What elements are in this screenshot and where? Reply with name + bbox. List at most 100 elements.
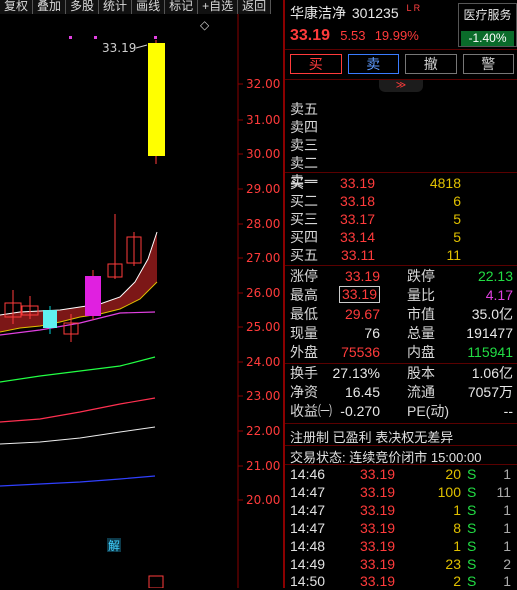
tick-row[interactable]: 14:47 33.19 1 S 1 — [285, 501, 517, 519]
candle-8 — [148, 40, 165, 164]
last-volume-value: 76 — [364, 325, 380, 341]
toolbar-restore-rights-button[interactable]: 复权 — [0, 0, 34, 14]
tick-time: 14:47 — [290, 484, 326, 500]
toolbar-back-button[interactable]: 返回 — [238, 0, 272, 14]
tick-count: 1 — [503, 466, 511, 482]
tick-direction: S — [467, 466, 477, 482]
toolbar-draw-line-button[interactable]: 画线 — [132, 0, 166, 14]
price-label: 32.00 — [246, 77, 280, 91]
bid-row[interactable]: 买二 33.18 6 — [285, 192, 517, 210]
bid-volume: 11 — [446, 247, 461, 263]
stat-row: 收益㈠ -0.270 PE(动) -- — [285, 402, 517, 420]
sector-box[interactable]: 医疗服务 -1.40% — [458, 3, 517, 47]
tick-row[interactable]: 14:49 33.19 23 S 2 — [285, 555, 517, 573]
ask-row[interactable]: 卖五 — [285, 100, 517, 118]
turnover-label: 换手 — [290, 365, 318, 381]
bid-row[interactable]: 买五 33.11 11 — [285, 246, 517, 264]
ask-row[interactable]: 卖三 — [285, 136, 517, 154]
volume-bar-peek — [148, 575, 164, 588]
bid-row[interactable]: 买四 33.14 5 — [285, 228, 517, 246]
tick-row[interactable]: 14:46 33.19 20 S 1 — [285, 465, 517, 483]
net-assets-label: 净资 — [290, 384, 318, 400]
tick-time: 14:46 — [290, 466, 326, 482]
price-axis-labels: 32.00 31.00 30.00 29.00 28.00 27.00 26.0… — [246, 77, 280, 507]
ma-line-green — [0, 356, 156, 383]
tick-price: 33.19 — [360, 538, 396, 554]
eps-label: 收益㈠ — [290, 403, 332, 419]
toolbar-multi-stock-button[interactable]: 多股 — [66, 0, 100, 14]
cancel-order-button[interactable]: 撤 — [405, 54, 457, 74]
toolbar-mark-button[interactable]: 标记 — [165, 0, 199, 14]
tick-time: 14:50 — [290, 573, 326, 589]
tick-count: 1 — [503, 573, 511, 589]
inner-volume-value: 115941 — [467, 344, 513, 360]
bid-price: 33.18 — [339, 193, 375, 209]
inner-volume-label: 内盘 — [407, 344, 435, 360]
stock-price: 33.19 — [290, 27, 331, 44]
candle-6 — [107, 214, 123, 279]
tick-row[interactable]: 14:50 33.19 2 S 1 — [285, 572, 517, 590]
kline-svg: ◇ 33.19 32.00 31.00 30.00 29.00 28.00 27… — [0, 14, 280, 588]
alert-button[interactable]: 警 — [462, 54, 514, 74]
ask-label: 卖五 — [290, 101, 318, 117]
outer-volume-value: 75536 — [341, 344, 380, 360]
net-assets-value: 16.45 — [344, 384, 380, 400]
pe-label: PE(动) — [407, 403, 449, 419]
ask-label: 卖四 — [290, 119, 318, 135]
tick-volume: 2 — [453, 573, 461, 589]
top-marker-3 — [154, 36, 157, 39]
collapse-chevron-icon[interactable]: ≫ — [379, 80, 423, 92]
divider — [285, 445, 517, 446]
ma-line-red — [0, 397, 156, 423]
tick-direction: S — [467, 484, 477, 500]
market-cap-value: 35.0亿 — [471, 306, 513, 322]
price-label: 22.00 — [246, 424, 280, 438]
stat-row: 最高 33.19 量比 4.17 — [285, 286, 517, 304]
bid-row[interactable]: 买三 33.17 5 — [285, 210, 517, 228]
high-price-label: 33.19 — [102, 41, 136, 55]
low-label: 最低 — [290, 306, 318, 322]
stat-row: 换手 27.13% 股本 1.06亿 — [285, 364, 517, 382]
toolbar-overlay-button[interactable]: 叠加 — [33, 0, 67, 14]
market-cap-label: 市值 — [407, 306, 435, 322]
price-label: 20.00 — [246, 493, 280, 507]
price-label: 25.00 — [246, 320, 280, 334]
diamond-icon: ◇ — [200, 18, 210, 32]
ask-row[interactable]: 卖二 — [285, 154, 517, 172]
tick-time: 14:47 — [290, 520, 326, 536]
tick-row[interactable]: 14:47 33.19 100 S 11 — [285, 483, 517, 501]
bid-label: 买五 — [290, 247, 318, 263]
pe-value: -- — [503, 403, 513, 419]
tick-time: 14:47 — [290, 502, 326, 518]
total-volume-value: 191477 — [466, 325, 513, 341]
kline-chart[interactable]: ◇ 33.19 32.00 31.00 30.00 29.00 28.00 27… — [0, 14, 283, 588]
ma-line-blue — [0, 475, 156, 487]
bid-label: 买二 — [290, 193, 318, 209]
toolbar-add-watchlist-button[interactable]: +自选 — [198, 0, 239, 14]
tick-direction: S — [467, 538, 477, 554]
tick-volume: 8 — [453, 520, 461, 536]
total-volume-label: 总量 — [407, 325, 435, 341]
tick-direction: S — [467, 502, 477, 518]
ma-line-white — [0, 426, 156, 445]
ask-row[interactable]: 卖四 — [285, 118, 517, 136]
high-label: 最高 — [290, 287, 318, 303]
bid-label: 买三 — [290, 211, 318, 227]
bid-row[interactable]: 买一 33.19 4818 — [285, 174, 517, 192]
sell-button[interactable]: 卖 — [347, 54, 399, 74]
limit-up-label: 涨停 — [290, 268, 318, 284]
tick-count: 1 — [503, 538, 511, 554]
tick-row[interactable]: 14:47 33.19 8 S 1 — [285, 519, 517, 537]
top-marker-1 — [69, 36, 72, 39]
ask-label: 卖三 — [290, 137, 318, 153]
buy-button[interactable]: 买 — [290, 54, 342, 74]
divider — [285, 79, 517, 80]
price-label: 24.00 — [246, 355, 280, 369]
tick-row[interactable]: 14:48 33.19 1 S 1 — [285, 537, 517, 555]
chart-toolbar: 复权 叠加 多股 统计 画线 标记 +自选 返回 — [0, 0, 283, 14]
tick-count: 11 — [496, 484, 511, 500]
stat-row: 外盘 75536 内盘 115941 — [285, 343, 517, 361]
tick-count: 1 — [503, 502, 511, 518]
tick-volume: 20 — [445, 466, 461, 482]
toolbar-statistics-button[interactable]: 统计 — [99, 0, 133, 14]
